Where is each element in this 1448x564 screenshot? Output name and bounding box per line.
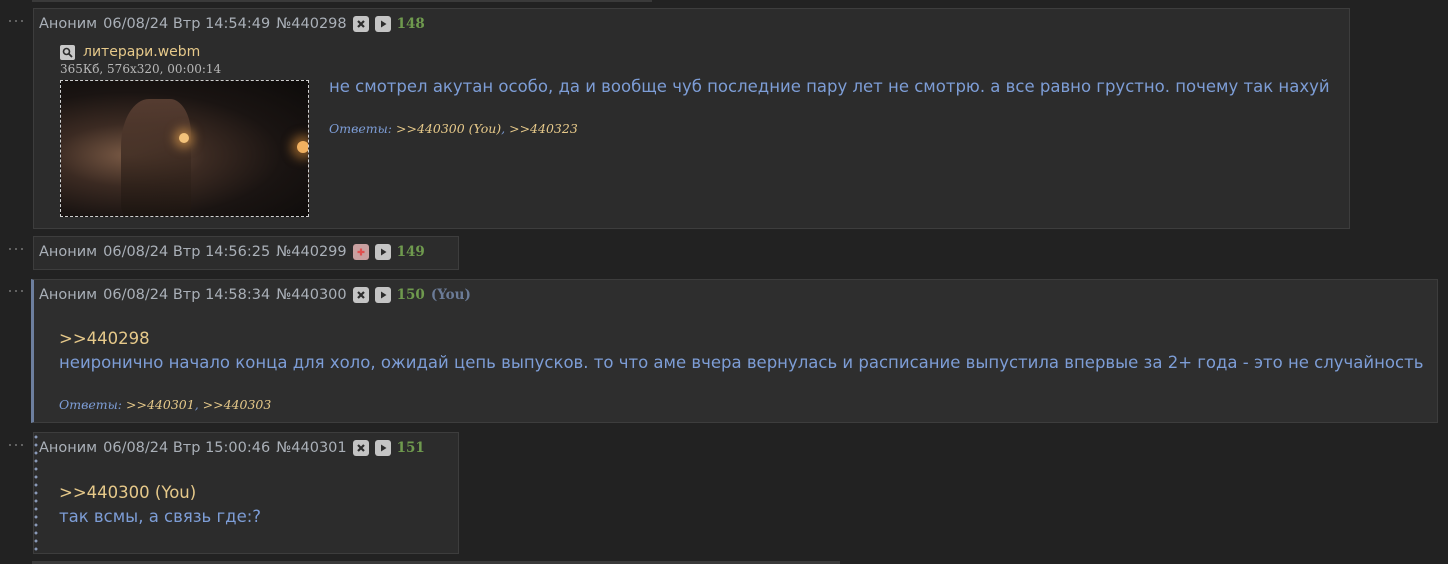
post-message: неиронично начало конца для холо, ожидай… <box>59 353 1424 372</box>
post-author: Аноним <box>39 287 98 303</box>
magnifier-icon[interactable] <box>60 44 75 60</box>
post-date: 06/08/24 Втр 14:58:34 <box>103 287 271 303</box>
post-date: 06/08/24 Втр 14:56:25 <box>103 244 271 260</box>
quote-link[interactable]: >>440300 (You) <box>59 481 261 505</box>
reply-link[interactable]: >>440301 <box>126 397 195 412</box>
replies-label: Ответы: <box>329 121 393 136</box>
post-replies: Ответы: >>440300 (You), >>440323 <box>329 121 578 136</box>
video-thumbnail[interactable] <box>60 80 309 217</box>
post-menu-dots[interactable] <box>9 442 27 448</box>
post-menu-dots[interactable] <box>9 246 27 252</box>
post-message: так всмы, а связь где:? <box>59 507 262 526</box>
post-440300-own: Аноним 06/08/24 Втр 14:58:34 №440300 150… <box>31 279 1438 423</box>
post-440298: Аноним 06/08/24 Втр 14:54:49 №440298 148… <box>33 8 1350 229</box>
play-icon[interactable] <box>374 244 391 260</box>
reply-link[interactable]: >>440303 <box>203 397 272 412</box>
play-icon[interactable] <box>374 16 391 32</box>
close-icon[interactable] <box>352 287 369 303</box>
post-440299-hidden: Аноним 06/08/24 Втр 14:56:25 №440299 149 <box>33 236 459 270</box>
post-message: не смотрел акутан особо, да и вообще чуб… <box>329 77 1330 96</box>
play-icon[interactable] <box>374 287 391 303</box>
post-header: Аноним 06/08/24 Втр 14:56:25 №440299 149 <box>39 243 425 261</box>
post-author: Аноним <box>39 16 98 32</box>
file-meta: 365Кб, 576x320, 00:00:14 <box>60 62 222 76</box>
post-author: Аноним <box>39 244 98 260</box>
post-message-block: >>440300 (You) так всмы, а связь где:? <box>59 481 261 529</box>
plus-icon[interactable] <box>352 244 369 260</box>
file-link[interactable]: литерари.webm <box>60 43 200 61</box>
post-header: Аноним 06/08/24 Втр 15:00:46 №440301 151 <box>39 439 425 457</box>
close-icon[interactable] <box>352 16 369 32</box>
post-message-block: >>440298 неиронично начало конца для хол… <box>59 327 1423 375</box>
post-header: Аноним 06/08/24 Втр 14:54:49 №440298 148 <box>39 15 425 33</box>
thumbnail-figure <box>121 99 191 216</box>
quote-link[interactable]: >>440298 <box>59 327 1423 351</box>
post-menu-dots[interactable] <box>9 18 27 24</box>
post-menu-dots[interactable] <box>9 288 27 294</box>
post-number-link[interactable]: №440298 <box>276 16 346 32</box>
post-header: Аноним 06/08/24 Втр 14:58:34 №440300 150… <box>39 286 471 304</box>
post-440301: Аноним 06/08/24 Втр 15:00:46 №440301 151… <box>33 432 459 554</box>
post-author: Аноним <box>39 440 98 456</box>
reply-to-you-marker <box>34 433 38 553</box>
post-number-link[interactable]: №440301 <box>276 440 346 456</box>
post-sequence-number: 148 <box>396 16 425 32</box>
play-icon[interactable] <box>374 440 391 456</box>
post-date: 06/08/24 Втр 14:54:49 <box>103 16 271 32</box>
post-sequence-number: 151 <box>396 440 425 456</box>
thumbnail-light <box>297 141 308 153</box>
post-number-link[interactable]: №440300 <box>276 287 346 303</box>
close-icon[interactable] <box>352 440 369 456</box>
file-name[interactable]: литерари.webm <box>83 44 200 60</box>
you-tag: (You) <box>430 287 471 303</box>
post-sequence-number: 150 <box>396 287 425 303</box>
post-date: 06/08/24 Втр 15:00:46 <box>103 440 271 456</box>
replies-label: Ответы: <box>59 397 123 412</box>
reply-link[interactable]: >>440323 <box>509 121 578 136</box>
previous-post-edge <box>32 0 652 2</box>
post-sequence-number: 149 <box>396 244 425 260</box>
post-replies: Ответы: >>440301, >>440303 <box>59 397 272 412</box>
post-number-link[interactable]: №440299 <box>276 244 346 260</box>
thumbnail-light <box>179 133 189 143</box>
reply-link[interactable]: >>440300 (You) <box>396 121 501 136</box>
